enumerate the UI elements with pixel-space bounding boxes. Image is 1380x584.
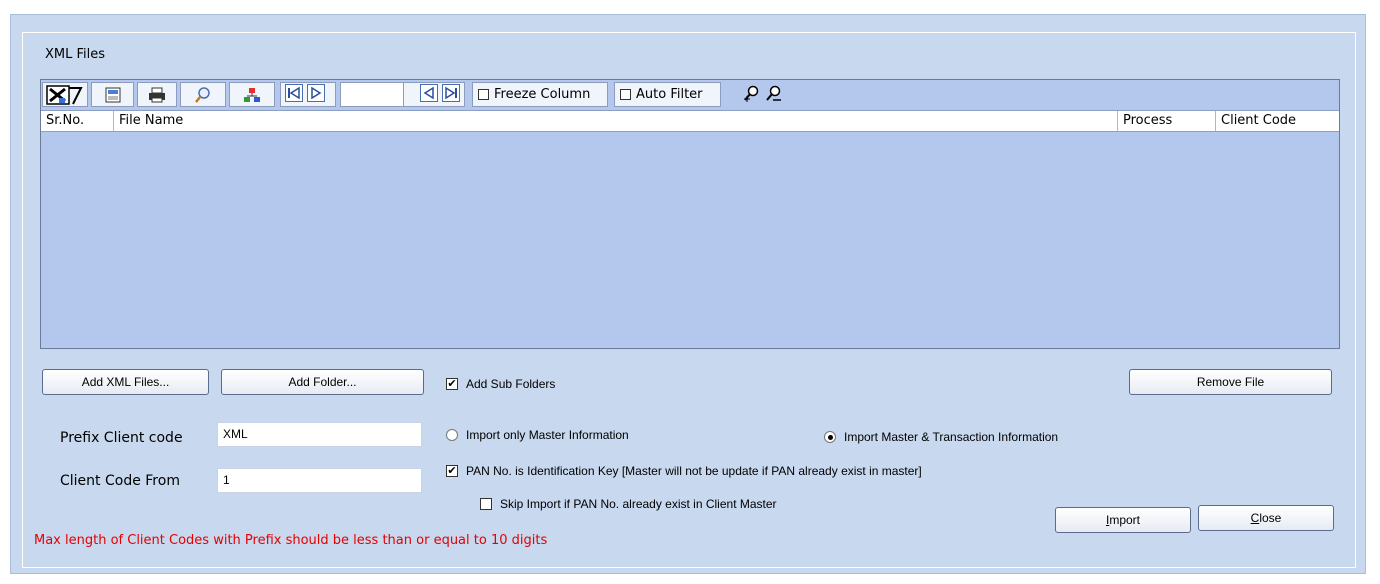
next-page-icon[interactable] [307,83,325,106]
max-length-warning: Max length of Client Codes with Prefix s… [34,533,548,548]
freeze-column-label: Freeze Column [494,87,591,102]
add-folder-button[interactable]: Add Folder... [221,369,424,395]
xml-files-grid[interactable]: Freeze Column Auto Filter Sr.No. File Na… [40,79,1340,349]
radio-selected-icon[interactable] [824,431,836,443]
close-label: lose [1259,511,1282,525]
close-accelerator: C [1250,511,1260,525]
skip-import-pan-label: Skip Import if PAN No. already exist in … [500,497,777,511]
import-button[interactable]: Import [1055,507,1191,533]
column-header-file-name[interactable]: File Name [114,111,1118,131]
import-only-master-radio[interactable]: Import only Master Information [446,428,629,442]
find-icon[interactable] [180,82,226,107]
nav-left-group [280,82,336,107]
freeze-column-box[interactable] [478,89,489,100]
report-icon[interactable] [91,82,134,107]
freeze-column-checkbox[interactable]: Freeze Column [472,82,608,107]
print-icon[interactable] [137,82,177,107]
excel-export-icon[interactable] [42,82,88,107]
import-master-transaction-label: Import Master & Transaction Information [844,430,1059,444]
remove-file-button[interactable]: Remove File [1129,369,1332,395]
client-code-from-label: Client Code From [60,473,180,489]
last-record-icon[interactable] [442,83,460,106]
import-label: mport [1109,513,1141,527]
pan-identification-key-checkbox[interactable]: ✔ PAN No. is Identification Key [Master … [446,464,922,478]
auto-filter-box[interactable] [620,89,631,100]
add-sub-folders-label: Add Sub Folders [466,377,556,391]
import-only-master-label: Import only Master Information [466,428,629,442]
skip-import-pan-checkbox[interactable]: Skip Import if PAN No. already exist in … [480,497,777,511]
nav-right-group [403,82,465,107]
tree-icon[interactable] [229,82,275,107]
radio-icon[interactable] [446,429,458,441]
zoom-in-icon[interactable] [743,85,761,107]
add-sub-folders-check-icon[interactable]: ✔ [446,378,458,390]
auto-filter-label: Auto Filter [636,87,703,102]
auto-filter-checkbox[interactable]: Auto Filter [614,82,721,107]
group-title: XML Files [45,47,106,62]
close-button[interactable]: Close [1198,505,1334,531]
add-xml-files-button[interactable]: Add XML Files... [42,369,209,395]
column-header-client-code[interactable]: Client Code [1216,111,1339,131]
skip-import-pan-box[interactable] [480,498,492,510]
import-master-transaction-radio[interactable]: Import Master & Transaction Information [824,430,1058,444]
first-record-icon[interactable] [285,83,303,106]
client-code-from-input[interactable]: 1 [217,468,422,493]
grid-header: Sr.No. File Name Process Client Code [41,111,1339,132]
pan-identification-key-label: PAN No. is Identification Key [Master wi… [466,464,922,478]
prev-record-icon[interactable] [420,83,438,106]
grid-toolbar: Freeze Column Auto Filter [41,80,1339,111]
column-header-srno[interactable]: Sr.No. [41,111,114,131]
zoom-out-icon[interactable] [765,85,783,107]
prefix-client-code-label: Prefix Client code [60,430,183,446]
add-sub-folders-checkbox[interactable]: ✔ Add Sub Folders [446,377,555,391]
pan-identification-check-icon[interactable]: ✔ [446,465,458,477]
column-header-process[interactable]: Process [1118,111,1216,131]
prefix-client-code-input[interactable]: XML [217,422,422,447]
